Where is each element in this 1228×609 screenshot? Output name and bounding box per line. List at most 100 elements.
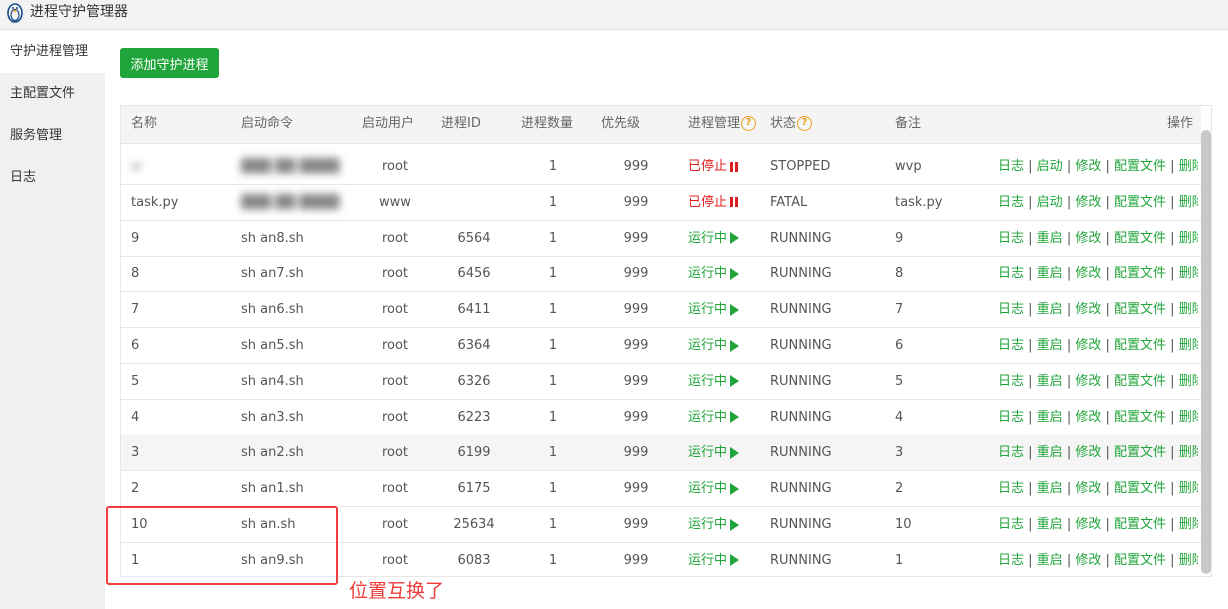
edit-link[interactable]: 修改 [1075,553,1101,568]
cell-manage[interactable]: 运行中 [688,292,758,327]
delete-link[interactable]: 删除 [1179,266,1198,281]
log-link[interactable]: 日志 [998,195,1024,210]
cell-priority: 999 [623,159,649,174]
restart-link[interactable]: 重启 [1037,517,1063,532]
cell-manage[interactable]: 运行中 [688,221,758,256]
delete-link[interactable]: 删除 [1179,410,1198,425]
edit-link[interactable]: 修改 [1075,302,1101,317]
restart-link[interactable]: 重启 [1037,338,1063,353]
cell-manage[interactable]: 运行中 [688,256,758,291]
log-link[interactable]: 日志 [998,374,1024,389]
cell-manage[interactable]: 运行中 [688,328,758,363]
play-icon[interactable] [730,375,740,388]
cell-manage[interactable]: 已停止 [688,149,758,184]
edit-link[interactable]: 修改 [1075,266,1101,281]
play-icon[interactable] [730,339,740,352]
title-bar: 进程守护管理器 [0,0,1228,30]
play-icon[interactable] [730,267,740,280]
edit-link[interactable]: 修改 [1075,231,1101,246]
restart-link[interactable]: 重启 [1037,553,1063,568]
config-link[interactable]: 配置文件 [1114,517,1166,532]
sidebar-item-main-config[interactable]: 主配置文件 [0,73,105,115]
edit-link[interactable]: 修改 [1075,410,1101,425]
cell-manage[interactable]: 运行中 [688,471,758,506]
cell-manage[interactable]: 运行中 [688,435,758,470]
delete-link[interactable]: 删除 [1179,517,1198,532]
sidebar-item-log[interactable]: 日志 [0,157,105,199]
restart-link[interactable]: 重启 [1037,410,1063,425]
config-link[interactable]: 配置文件 [1114,481,1166,496]
log-link[interactable]: 日志 [998,159,1024,174]
edit-link[interactable]: 修改 [1075,481,1101,496]
delete-link[interactable]: 删除 [1179,445,1198,460]
log-link[interactable]: 日志 [998,338,1024,353]
config-link[interactable]: 配置文件 [1114,231,1166,246]
help-icon[interactable]: ? [741,116,757,131]
vertical-scrollbar[interactable] [1201,130,1211,574]
log-link[interactable]: 日志 [998,553,1024,568]
pause-icon[interactable] [730,161,739,172]
sidebar-item-service-management[interactable]: 服务管理 [0,115,105,157]
log-link[interactable]: 日志 [998,410,1024,425]
edit-link[interactable]: 修改 [1075,159,1101,174]
pause-icon[interactable] [730,197,739,208]
cell-command: sh an9.sh [241,552,304,568]
config-link[interactable]: 配置文件 [1114,374,1166,389]
config-link[interactable]: 配置文件 [1114,445,1166,460]
config-link[interactable]: 配置文件 [1114,159,1166,174]
play-icon[interactable] [730,411,740,424]
play-icon[interactable] [730,482,740,495]
play-icon[interactable] [730,446,740,459]
edit-link[interactable]: 修改 [1075,445,1101,460]
config-link[interactable]: 配置文件 [1114,195,1166,210]
log-link[interactable]: 日志 [998,445,1024,460]
edit-link[interactable]: 修改 [1075,338,1101,353]
edit-link[interactable]: 修改 [1075,195,1101,210]
delete-link[interactable]: 删除 [1179,338,1198,353]
log-link[interactable]: 日志 [998,231,1024,246]
help-icon[interactable]: ? [797,116,813,131]
separator: | [1062,159,1076,174]
play-icon[interactable] [730,518,740,531]
delete-link[interactable]: 删除 [1179,481,1198,496]
play-icon[interactable] [730,232,740,245]
cell-state: RUNNING [770,338,832,353]
config-link[interactable]: 配置文件 [1114,553,1166,568]
restart-link[interactable]: 重启 [1037,302,1063,317]
restart-link[interactable]: 重启 [1037,231,1063,246]
log-link[interactable]: 日志 [998,517,1024,532]
start-link[interactable]: 启动 [1037,195,1063,210]
delete-link[interactable]: 删除 [1179,302,1198,317]
start-link[interactable]: 启动 [1037,159,1063,174]
cell-manage[interactable]: 已停止 [688,185,758,220]
delete-link[interactable]: 删除 [1179,159,1198,174]
cell-manage[interactable]: 运行中 [688,400,758,435]
delete-link[interactable]: 删除 [1179,231,1198,246]
config-link[interactable]: 配置文件 [1114,266,1166,281]
log-link[interactable]: 日志 [998,481,1024,496]
log-link[interactable]: 日志 [998,266,1024,281]
restart-link[interactable]: 重启 [1037,445,1063,460]
add-daemon-button[interactable]: 添加守护进程 [120,48,219,78]
sidebar-item-daemon-management[interactable]: 守护进程管理 [0,31,105,73]
edit-link[interactable]: 修改 [1075,374,1101,389]
config-link[interactable]: 配置文件 [1114,338,1166,353]
separator: | [1062,194,1076,210]
restart-link[interactable]: 重启 [1037,374,1063,389]
delete-link[interactable]: 删除 [1179,374,1198,389]
delete-link[interactable]: 删除 [1179,553,1198,568]
restart-link[interactable]: 重启 [1037,481,1063,496]
cell-state: RUNNING [770,552,832,568]
delete-link[interactable]: 删除 [1179,195,1198,210]
separator: | [1166,266,1179,282]
edit-link[interactable]: 修改 [1075,517,1101,532]
cell-manage[interactable]: 运行中 [688,507,758,542]
config-link[interactable]: 配置文件 [1114,302,1166,317]
config-link[interactable]: 配置文件 [1114,410,1166,425]
cell-manage[interactable]: 运行中 [688,364,758,399]
cell-manage[interactable]: 运行中 [688,543,758,576]
restart-link[interactable]: 重启 [1037,266,1063,281]
play-icon[interactable] [730,554,740,567]
log-link[interactable]: 日志 [998,302,1024,317]
play-icon[interactable] [730,303,740,316]
